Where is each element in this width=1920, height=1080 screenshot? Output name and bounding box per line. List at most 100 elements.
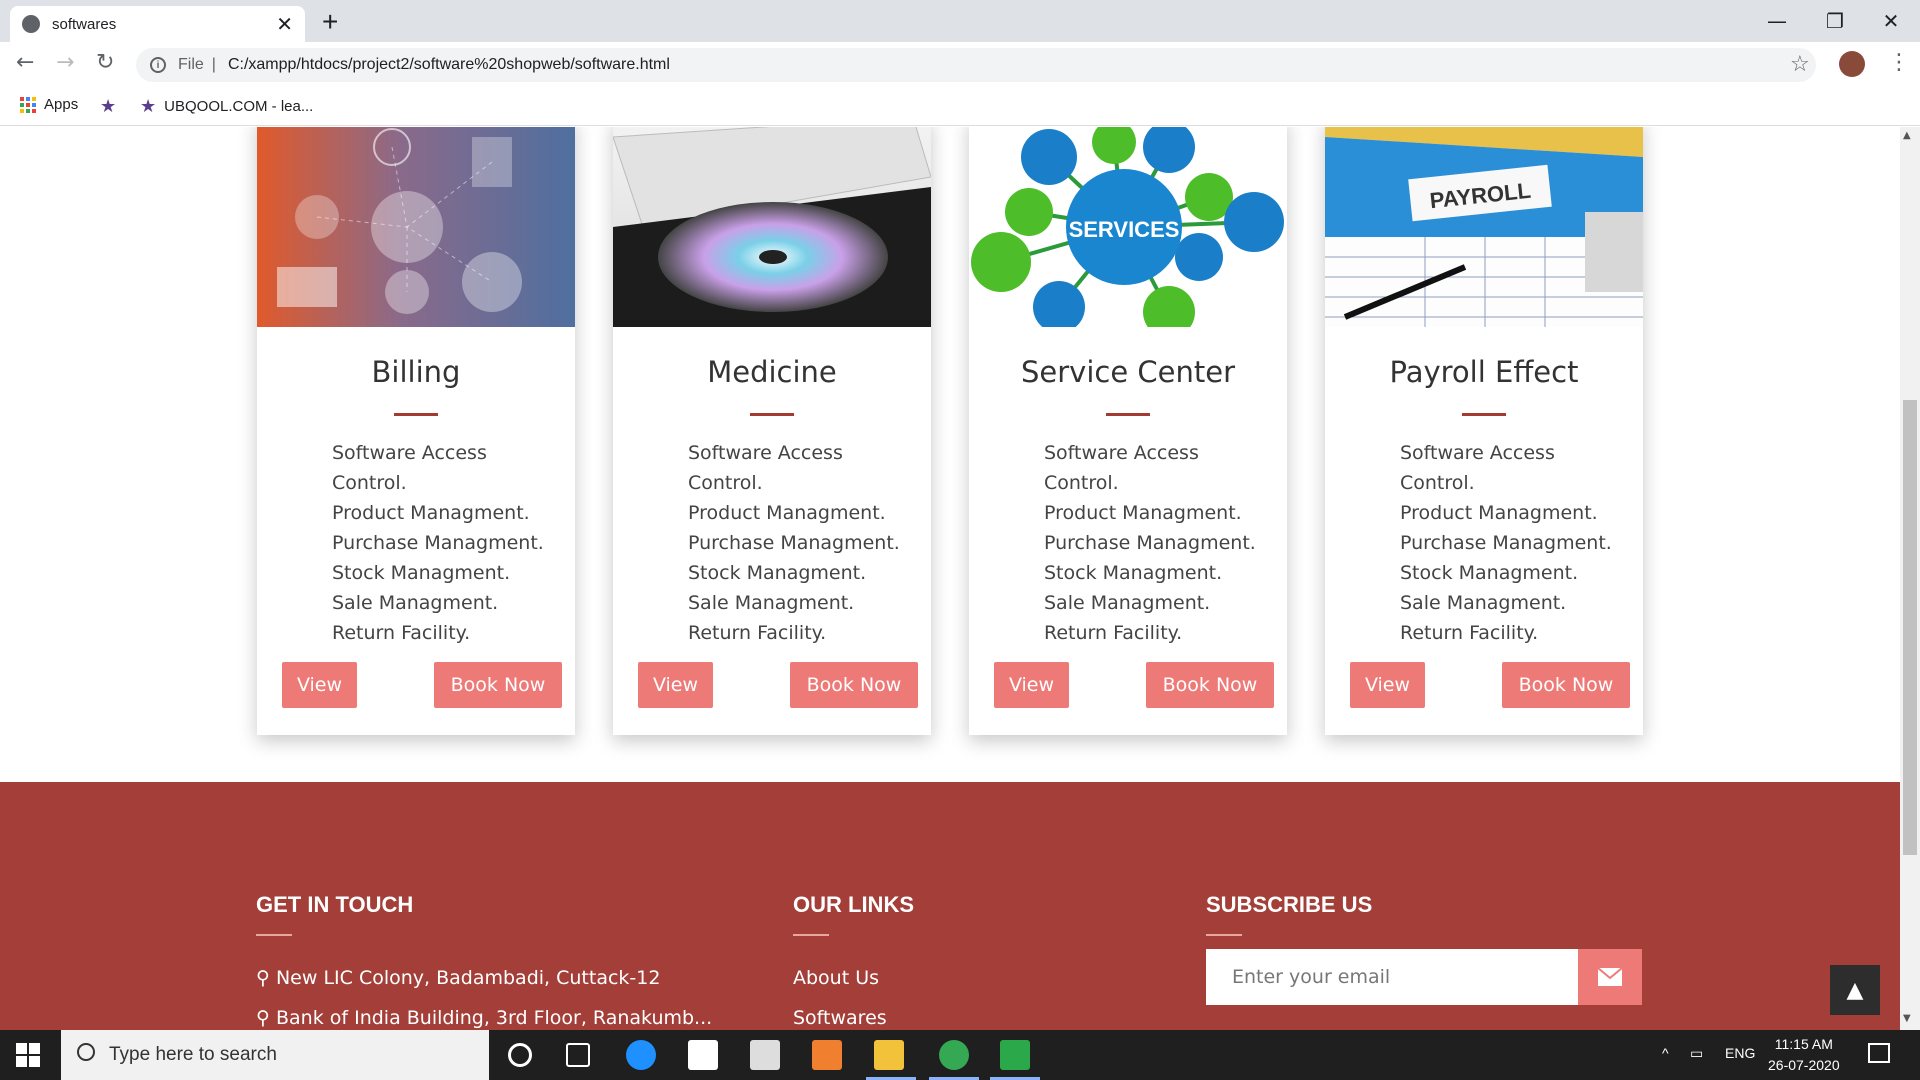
- forward-arrow-icon[interactable]: →: [56, 50, 74, 75]
- list-item: Software Access: [1044, 442, 1199, 464]
- file-explorer-icon[interactable]: [874, 1040, 904, 1070]
- product-card: Billing Software Access Control. Product…: [257, 127, 575, 735]
- scroll-to-top-button[interactable]: ▲: [1830, 965, 1880, 1015]
- card-title: Service Center: [1020, 355, 1235, 389]
- list-item: Stock Managment.: [332, 562, 511, 584]
- battery-icon[interactable]: ▭: [1690, 1045, 1703, 1062]
- store-icon[interactable]: [688, 1040, 718, 1070]
- list-item: Return Facility.: [1400, 622, 1539, 644]
- chevron-up-icon: ▲: [1846, 977, 1864, 1003]
- card-title: Medicine: [707, 355, 837, 389]
- subscribe-heading: SUBSCRIBE US: [1206, 892, 1373, 917]
- list-item: Product Managment.: [1400, 502, 1598, 524]
- title-divider: [1462, 413, 1506, 416]
- scroll-up-arrow[interactable]: ▲: [1903, 130, 1911, 141]
- info-icon[interactable]: i: [150, 57, 166, 73]
- url-separator: |: [211, 56, 216, 73]
- media-player-icon[interactable]: [812, 1040, 842, 1070]
- bookmark-apps[interactable]: Apps: [20, 96, 78, 113]
- minimize-icon[interactable]: —: [1748, 0, 1806, 42]
- bookmark-item[interactable]: ★: [100, 96, 116, 117]
- feature-list: Software Access Control. Product Managme…: [1400, 438, 1643, 648]
- bookmark-star-icon: ★: [100, 96, 117, 116]
- bookmark-star-icon: ★: [140, 96, 157, 116]
- list-item: Stock Managment.: [1400, 562, 1579, 584]
- view-button[interactable]: View: [638, 662, 713, 708]
- notifications-icon[interactable]: [1868, 1043, 1890, 1063]
- list-item: Purchase Managment.: [1044, 532, 1256, 554]
- book-now-button[interactable]: Book Now: [1146, 662, 1274, 708]
- taskbar-clock[interactable]: 11:15 AM 26-07-2020: [1768, 1034, 1840, 1076]
- edge-browser-icon[interactable]: [626, 1040, 656, 1070]
- book-now-button[interactable]: Book Now: [434, 662, 562, 708]
- book-now-button[interactable]: Book Now: [790, 662, 918, 708]
- back-arrow-icon[interactable]: ←: [16, 50, 34, 75]
- product-card: PAYROLL Payroll Effect Software Access C: [1325, 127, 1643, 735]
- browser-tab[interactable]: softwares ✕: [10, 6, 305, 42]
- language-indicator[interactable]: ENG: [1725, 1045, 1755, 1061]
- product-card: Medicine Software Access Control. Produc…: [613, 127, 931, 735]
- maximize-icon[interactable]: ❐: [1806, 0, 1864, 42]
- email-field[interactable]: Enter your email: [1206, 949, 1578, 1005]
- footer-link-about[interactable]: About Us: [793, 967, 879, 989]
- view-button[interactable]: View: [1350, 662, 1425, 708]
- address-line: ⚲ New LIC Colony, Badambadi, Cuttack-12: [256, 967, 660, 989]
- task-view-icon[interactable]: [566, 1043, 590, 1067]
- download-app-icon[interactable]: [1000, 1040, 1030, 1070]
- subscribe-button[interactable]: [1578, 949, 1642, 1005]
- bookmark-ubqool[interactable]: ★ UBQOOL.COM - lea...: [140, 96, 313, 117]
- windows-start-icon[interactable]: [16, 1043, 40, 1067]
- footer-link-softwares[interactable]: Softwares: [793, 1007, 887, 1029]
- close-tab-icon[interactable]: ✕: [276, 12, 293, 36]
- menu-kebab-icon[interactable]: ⋮: [1888, 50, 1910, 75]
- tray-chevron-up-icon[interactable]: ^: [1662, 1045, 1669, 1061]
- title-divider: [1106, 413, 1150, 416]
- new-tab-button[interactable]: +: [322, 6, 338, 38]
- tab-title: softwares: [52, 15, 117, 33]
- url-text[interactable]: C:/xampp/htdocs/project2/software%20shop…: [228, 56, 670, 74]
- page-viewport: Billing Software Access Control. Product…: [0, 127, 1900, 1030]
- address-line: ⚲ Bank of India Building, 3rd Floor, Ran…: [256, 1007, 712, 1029]
- services-image-label: SERVICES: [1069, 217, 1180, 242]
- list-item: Product Managment.: [688, 502, 886, 524]
- list-item: Return Facility.: [1044, 622, 1183, 644]
- clock-date: 26-07-2020: [1768, 1057, 1840, 1073]
- chrome-icon[interactable]: [939, 1040, 969, 1070]
- list-item: Control.: [688, 472, 763, 494]
- list-item: Sale Managment.: [332, 592, 499, 614]
- mail-icon[interactable]: [750, 1040, 780, 1070]
- view-button[interactable]: View: [282, 662, 357, 708]
- close-window-icon[interactable]: ✕: [1862, 0, 1920, 42]
- card-title: Payroll Effect: [1389, 355, 1579, 389]
- scroll-down-arrow[interactable]: ▼: [1903, 1013, 1911, 1024]
- list-item: Control.: [1400, 472, 1475, 494]
- cortana-icon[interactable]: [508, 1043, 532, 1067]
- list-item: Sale Managment.: [1044, 592, 1211, 614]
- laptop-cd-drive-photo: [613, 127, 931, 327]
- taskbar-search-input[interactable]: Type here to search: [61, 1030, 489, 1080]
- address-text: Bank of India Building, 3rd Floor, Ranak…: [275, 1007, 713, 1029]
- list-item: Stock Managment.: [1044, 562, 1223, 584]
- billing-illustration: [257, 127, 575, 327]
- bookmark-star-icon[interactable]: ☆: [1790, 52, 1810, 77]
- list-item: Software Access: [688, 442, 843, 464]
- profile-avatar[interactable]: [1839, 51, 1865, 77]
- reload-icon[interactable]: ↻: [96, 50, 114, 75]
- book-now-button[interactable]: Book Now: [1502, 662, 1630, 708]
- heading-divider: [256, 934, 292, 936]
- view-button[interactable]: View: [994, 662, 1069, 708]
- list-item: Purchase Managment.: [688, 532, 900, 554]
- feature-list: Software Access Control. Product Managme…: [688, 438, 931, 648]
- list-item: Sale Managment.: [1400, 592, 1567, 614]
- feature-list: Software Access Control. Product Managme…: [1044, 438, 1287, 648]
- scrollbar-thumb[interactable]: [1903, 400, 1917, 855]
- heading-divider: [793, 934, 829, 936]
- envelope-icon: [1597, 967, 1623, 986]
- heading-divider: [1206, 934, 1242, 936]
- list-item: Return Facility.: [332, 622, 471, 644]
- bookmark-label: UBQOOL.COM - lea...: [164, 98, 314, 115]
- feature-list: Software Access Control. Product Managme…: [332, 438, 575, 648]
- list-item: Purchase Managment.: [1400, 532, 1612, 554]
- title-divider: [750, 413, 794, 416]
- address-bar[interactable]: i File | C:/xampp/htdocs/project2/softwa…: [136, 48, 1816, 82]
